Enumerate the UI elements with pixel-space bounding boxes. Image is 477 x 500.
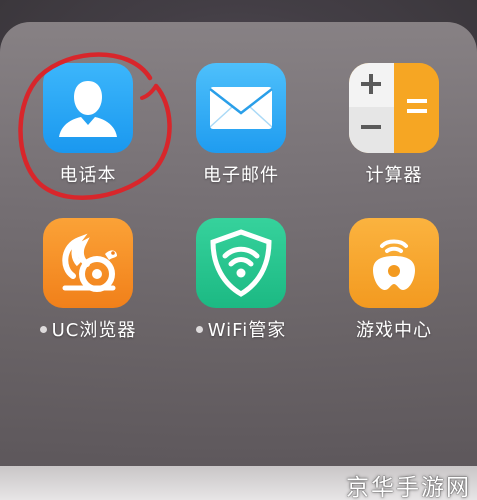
calculator-icon [349,63,439,153]
app-game-center-label: 游戏中心 [356,320,432,341]
app-calculator-label: 计算器 [365,165,423,186]
app-calculator-button[interactable] [349,63,439,153]
new-app-dot [195,325,203,333]
gamepad-icon [373,239,415,290]
app-uc-browser-button[interactable] [43,218,133,308]
app-wifi-manager-label: WiFi管家 [161,316,321,342]
app-contacts-button[interactable] [43,63,133,153]
wifi-shield-icon [210,229,272,297]
contacts-icon [59,81,117,137]
mail-icon [209,87,273,129]
app-game-center-button[interactable] [349,218,439,308]
uc-squirrel-icon [62,233,117,292]
app-uc-browser-label: UC浏览器 [8,316,168,342]
watermark-text: 京华手游网 [346,475,471,500]
app-contacts-label: 电话本 [59,165,117,186]
app-mail-label: 电子邮件 [203,165,279,186]
app-mail-button[interactable] [196,63,286,153]
new-app-dot [39,325,47,333]
app-wifi-manager-button[interactable] [196,218,286,308]
